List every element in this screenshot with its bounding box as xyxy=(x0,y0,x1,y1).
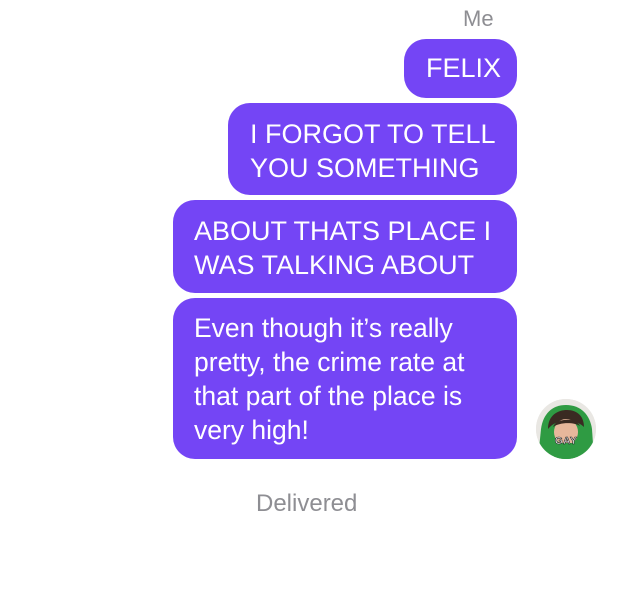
message-line: pretty, the crime rate at xyxy=(194,347,465,377)
message-bubble[interactable]: ABOUT THATS PLACE I WAS TALKING ABOUT xyxy=(173,200,517,293)
message-line: I FORGOT TO TELL xyxy=(250,119,496,149)
message-line: YOU SOMETHING xyxy=(250,153,480,183)
message-line: ABOUT THATS PLACE I xyxy=(194,216,492,246)
sender-label: Me xyxy=(463,6,494,31)
message-line: that part of the place is xyxy=(194,381,463,411)
avatar-photo xyxy=(536,399,596,459)
avatar-caption: GAY xyxy=(554,436,578,448)
message-bubble[interactable]: FELIX xyxy=(404,39,517,98)
delivery-status: Delivered xyxy=(256,490,358,517)
message-line: Even though it’s really xyxy=(194,313,453,343)
message-bubble[interactable]: Even though it’s really pretty, the crim… xyxy=(173,298,517,459)
message-line: very high! xyxy=(194,415,309,445)
message-line: FELIX xyxy=(426,53,502,83)
avatar[interactable]: GAY xyxy=(536,399,596,459)
message-bubble[interactable]: I FORGOT TO TELL YOU SOMETHING xyxy=(228,103,517,195)
message-line: WAS TALKING ABOUT xyxy=(194,250,475,280)
